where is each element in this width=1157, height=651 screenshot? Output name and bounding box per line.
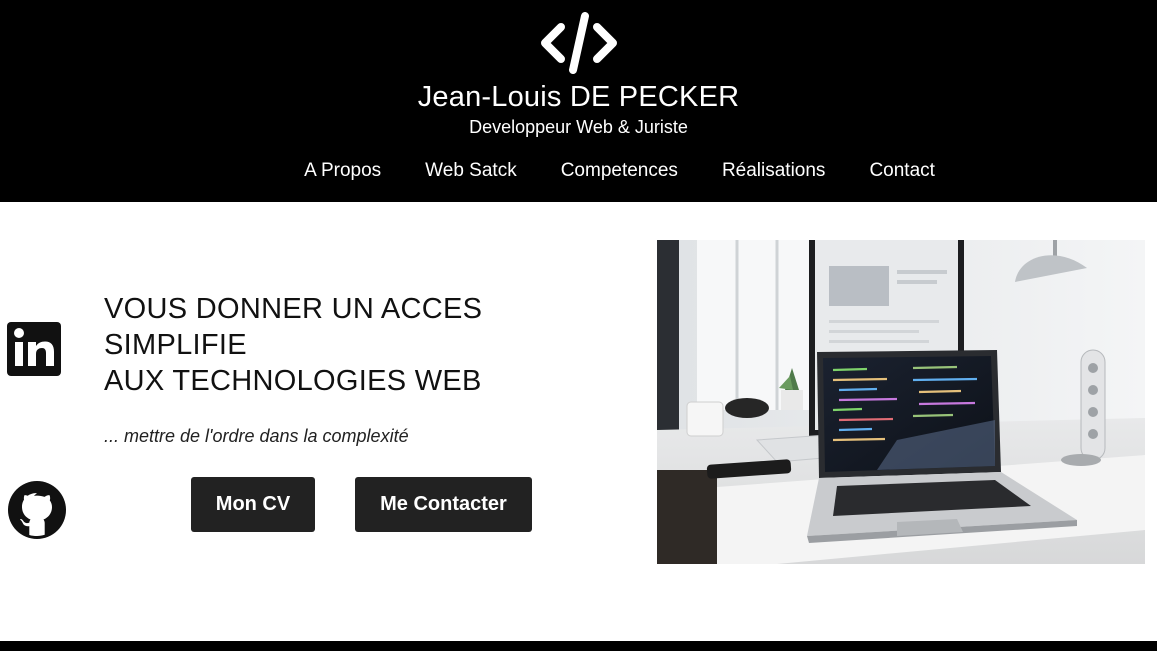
hero-heading: VOUS DONNER UN ACCES SIMPLIFIE AUX TECHN… [104,291,584,399]
hero-photo [657,240,1145,564]
nav-link-web-stack[interactable]: Web Satck [425,158,517,184]
hero-heading-line-2: SIMPLIFIE [104,329,247,361]
laptop-workspace-photo [657,240,1145,564]
footer-strip [0,641,1157,651]
nav-link-contact[interactable]: Contact [869,158,934,184]
github-icon[interactable] [7,480,67,540]
cv-button[interactable]: Mon CV [191,477,315,532]
main-nav: A Propos Web Satck Competences Réalisati… [0,158,1157,184]
nav-link-a-propos[interactable]: A Propos [304,158,381,184]
nav-link-competences[interactable]: Competences [561,158,678,184]
contact-button[interactable]: Me Contacter [355,477,532,532]
hero-heading-line-3: AUX TECHNOLOGIES WEB [104,365,482,397]
nav-link-realisations[interactable]: Réalisations [722,158,826,184]
hero-tagline: ... mettre de l'ordre dans la complexité [104,426,409,446]
site-title: Jean-Louis DE PECKER [417,81,740,113]
linkedin-icon[interactable] [7,322,61,376]
site-header: Jean-Louis DE PECKER Developpeur Web & J… [0,0,1157,202]
hero-heading-line-1: VOUS DONNER UN ACCES [104,293,483,325]
code-brackets-icon[interactable] [539,12,619,74]
site-subtitle: Developpeur Web & Juriste [469,117,688,137]
